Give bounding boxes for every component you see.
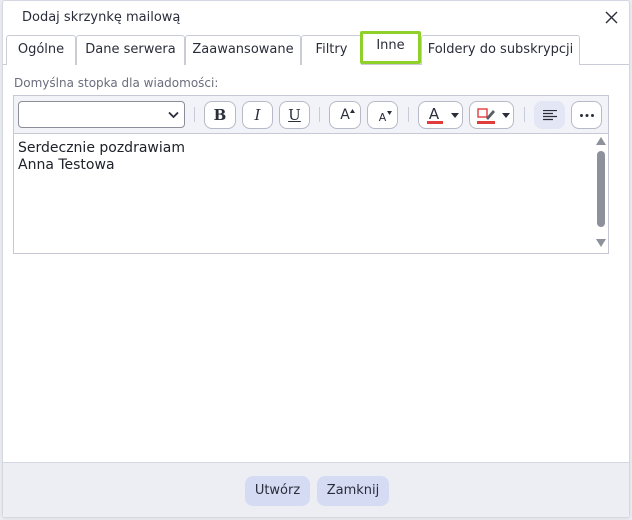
signature-text-area[interactable]: Serdecznie pozdrawiam Anna Testowa bbox=[14, 134, 608, 253]
scroll-down-icon[interactable] bbox=[596, 239, 606, 247]
tab-bar: Ogólne Dane serwera Zaawansowane Filtry … bbox=[3, 31, 629, 65]
chevron-down-icon bbox=[168, 111, 179, 119]
highlight-color-button[interactable] bbox=[469, 101, 514, 129]
align-left-icon bbox=[543, 110, 557, 121]
chevron-down-icon bbox=[451, 113, 459, 118]
decrease-font-button[interactable]: A bbox=[367, 101, 398, 129]
shrink-font-icon: A bbox=[378, 111, 387, 124]
tab-content: Domyślna stopka dla wiadomości: B I U A … bbox=[3, 65, 629, 463]
tab-server-data[interactable]: Dane serwera bbox=[76, 35, 185, 65]
signature-line: Anna Testowa bbox=[18, 157, 115, 173]
tab-general[interactable]: Ogólne bbox=[6, 35, 76, 65]
scroll-thumb[interactable] bbox=[597, 151, 605, 227]
dialog-footer: Utwórz Zamknij bbox=[3, 462, 629, 517]
scroll-up-icon[interactable] bbox=[596, 137, 606, 145]
editor-toolbar: B I U A A A bbox=[14, 96, 608, 134]
underline-icon: U bbox=[288, 106, 301, 124]
shrink-arrow-icon bbox=[387, 111, 392, 115]
tab-filters[interactable]: Filtry bbox=[301, 35, 362, 65]
signature-editor: B I U A A A Serdecznie pozdrawiam Anna T… bbox=[13, 95, 609, 254]
text-color-swatch bbox=[427, 121, 443, 124]
text-color-icon: A bbox=[428, 105, 440, 123]
tab-label: Inne bbox=[376, 38, 405, 53]
signature-line: Serdecznie pozdrawiam bbox=[18, 140, 185, 156]
chevron-down-icon bbox=[502, 113, 510, 118]
close-button[interactable] bbox=[601, 7, 623, 29]
highlight-color-icon bbox=[477, 108, 495, 124]
toolbar-separator bbox=[194, 107, 195, 122]
text-color-button[interactable]: A bbox=[418, 101, 463, 129]
bold-button[interactable]: B bbox=[204, 101, 236, 129]
tab-label: Filtry bbox=[315, 42, 348, 57]
toolbar-separator bbox=[319, 107, 320, 122]
italic-icon: I bbox=[254, 106, 261, 124]
toolbar-separator bbox=[524, 107, 525, 122]
underline-button[interactable]: U bbox=[279, 101, 310, 129]
font-select[interactable] bbox=[18, 101, 185, 128]
close-dialog-button[interactable]: Zamknij bbox=[317, 476, 389, 506]
more-options-button[interactable] bbox=[571, 101, 602, 129]
signature-label: Domyślna stopka dla wiadomości: bbox=[14, 76, 219, 90]
more-icon bbox=[580, 114, 594, 117]
tab-label: Zaawansowane bbox=[192, 42, 294, 57]
italic-button[interactable]: I bbox=[242, 101, 273, 129]
tab-subscription-folders[interactable]: Foldery do subskrypcji bbox=[421, 35, 580, 65]
tab-other[interactable]: Inne bbox=[360, 31, 421, 64]
align-left-button[interactable] bbox=[534, 101, 565, 129]
tab-advanced[interactable]: Zaawansowane bbox=[185, 35, 301, 65]
dialog-title: Dodaj skrzynkę mailową bbox=[22, 10, 181, 25]
grow-arrow-icon bbox=[350, 109, 355, 113]
close-icon bbox=[605, 11, 618, 24]
add-mailbox-dialog: Dodaj skrzynkę mailową Ogólne Dane serwe… bbox=[2, 0, 630, 518]
toolbar-separator bbox=[408, 107, 409, 122]
increase-font-button[interactable]: A bbox=[329, 101, 361, 129]
bold-icon: B bbox=[213, 106, 227, 124]
grow-font-icon: A bbox=[340, 107, 350, 123]
tab-label: Foldery do subskrypcji bbox=[427, 42, 574, 57]
tab-label: Ogólne bbox=[17, 42, 65, 57]
create-button[interactable]: Utwórz bbox=[245, 476, 310, 506]
tab-label: Dane serwera bbox=[85, 42, 176, 57]
editor-scrollbar[interactable] bbox=[594, 134, 608, 253]
dialog-titlebar: Dodaj skrzynkę mailową bbox=[3, 1, 629, 35]
